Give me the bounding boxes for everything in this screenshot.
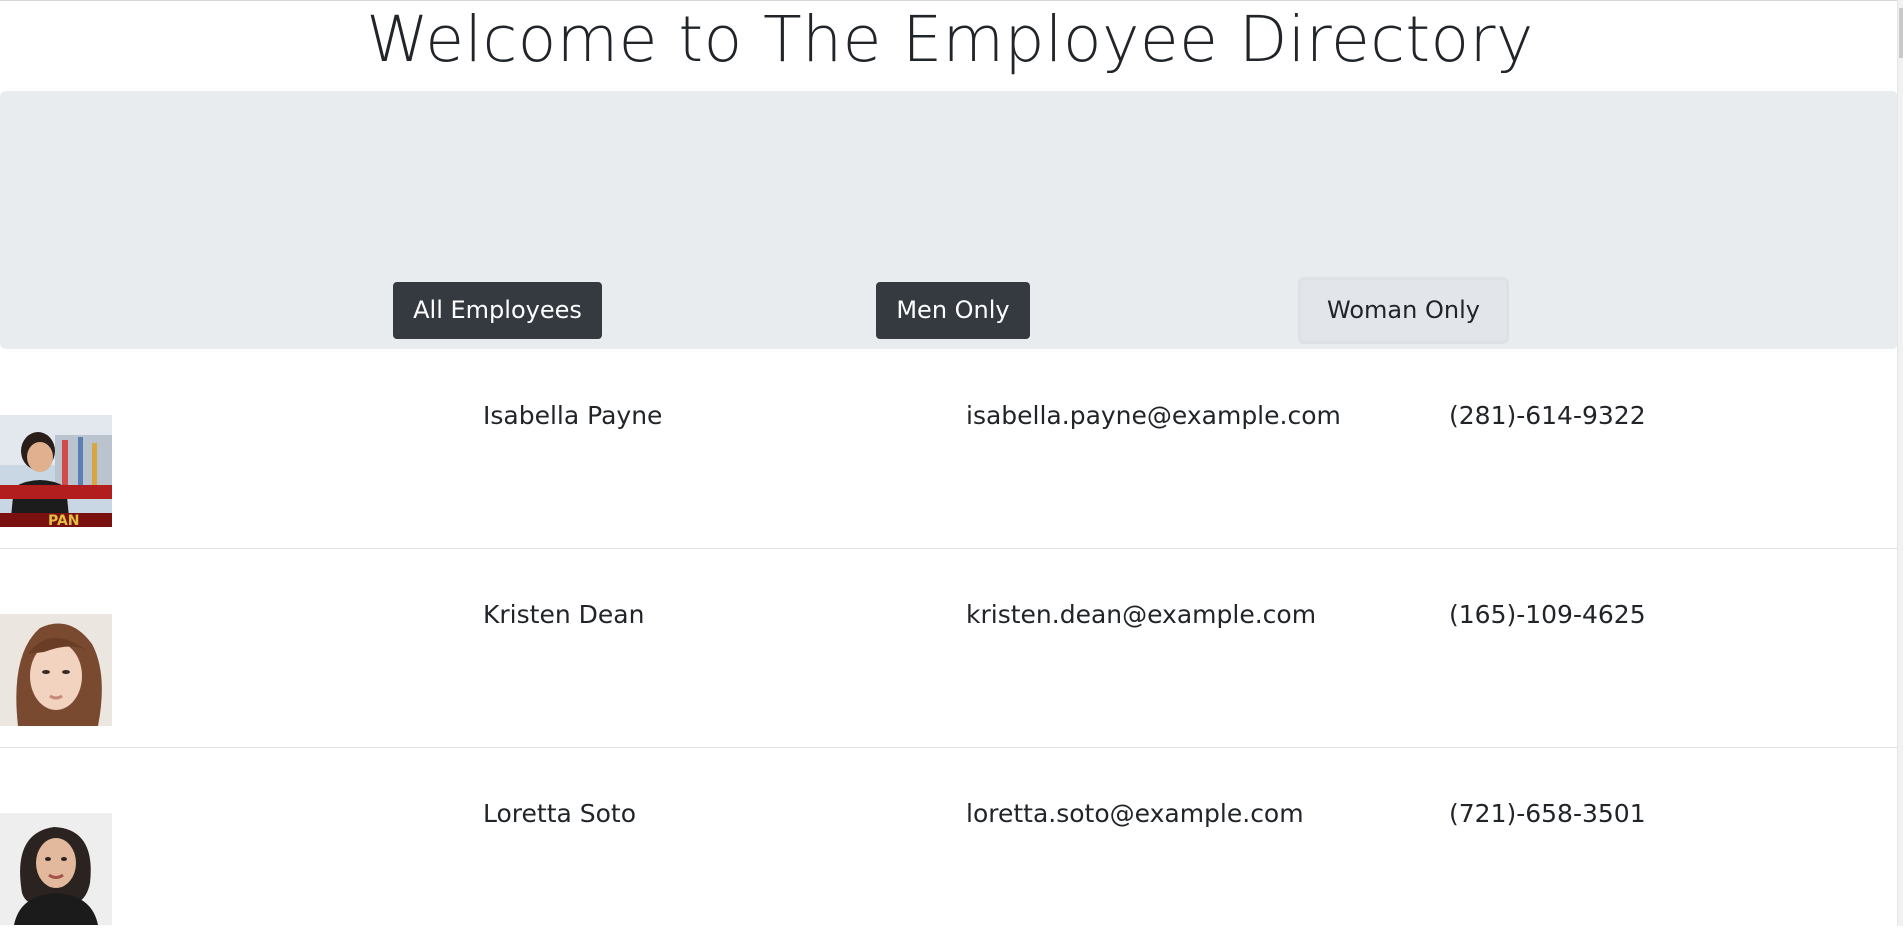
employee-name: Isabella Payne (483, 401, 663, 430)
scrollbar-thumb[interactable] (1899, 8, 1903, 58)
avatar (0, 813, 112, 925)
avatar (0, 614, 112, 726)
avatar: PAN (0, 415, 112, 527)
employee-email: isabella.payne@example.com (966, 401, 1341, 430)
employee-name: Kristen Dean (483, 600, 645, 629)
employee-phone: (281)-614-9322 (1449, 401, 1646, 430)
employee-phone: (721)-658-3501 (1449, 799, 1646, 828)
employee-email: loretta.soto@example.com (966, 799, 1304, 828)
men-only-button[interactable]: Men Only (876, 282, 1030, 339)
page: Welcome to The Employee Directory All Em… (0, 0, 1898, 926)
photo-kristen-dean (0, 614, 112, 726)
photo-loretta-soto (0, 813, 112, 925)
table-row: PAN Isabella Payne isabella.payne@exampl… (0, 350, 1898, 549)
table-row: Kristen Dean kristen.dean@example.com (1… (0, 549, 1898, 748)
vertical-scrollbar[interactable] (1897, 0, 1903, 926)
employee-email: kristen.dean@example.com (966, 600, 1317, 629)
employee-table: PAN Isabella Payne isabella.payne@exampl… (0, 350, 1898, 946)
woman-only-button[interactable]: Woman Only (1298, 277, 1509, 344)
filter-panel: All Employees Men Only Woman Only (0, 91, 1898, 349)
page-title: Welcome to The Employee Directory (366, 3, 1534, 76)
all-employees-button[interactable]: All Employees (393, 282, 602, 339)
svg-text:PAN: PAN (48, 513, 80, 527)
employee-name: Loretta Soto (483, 799, 637, 828)
employee-phone: (165)-109-4625 (1449, 600, 1646, 629)
table-row: Loretta Soto loretta.soto@example.com (7… (0, 748, 1898, 946)
photo-isabella-payne: PAN (0, 415, 112, 527)
